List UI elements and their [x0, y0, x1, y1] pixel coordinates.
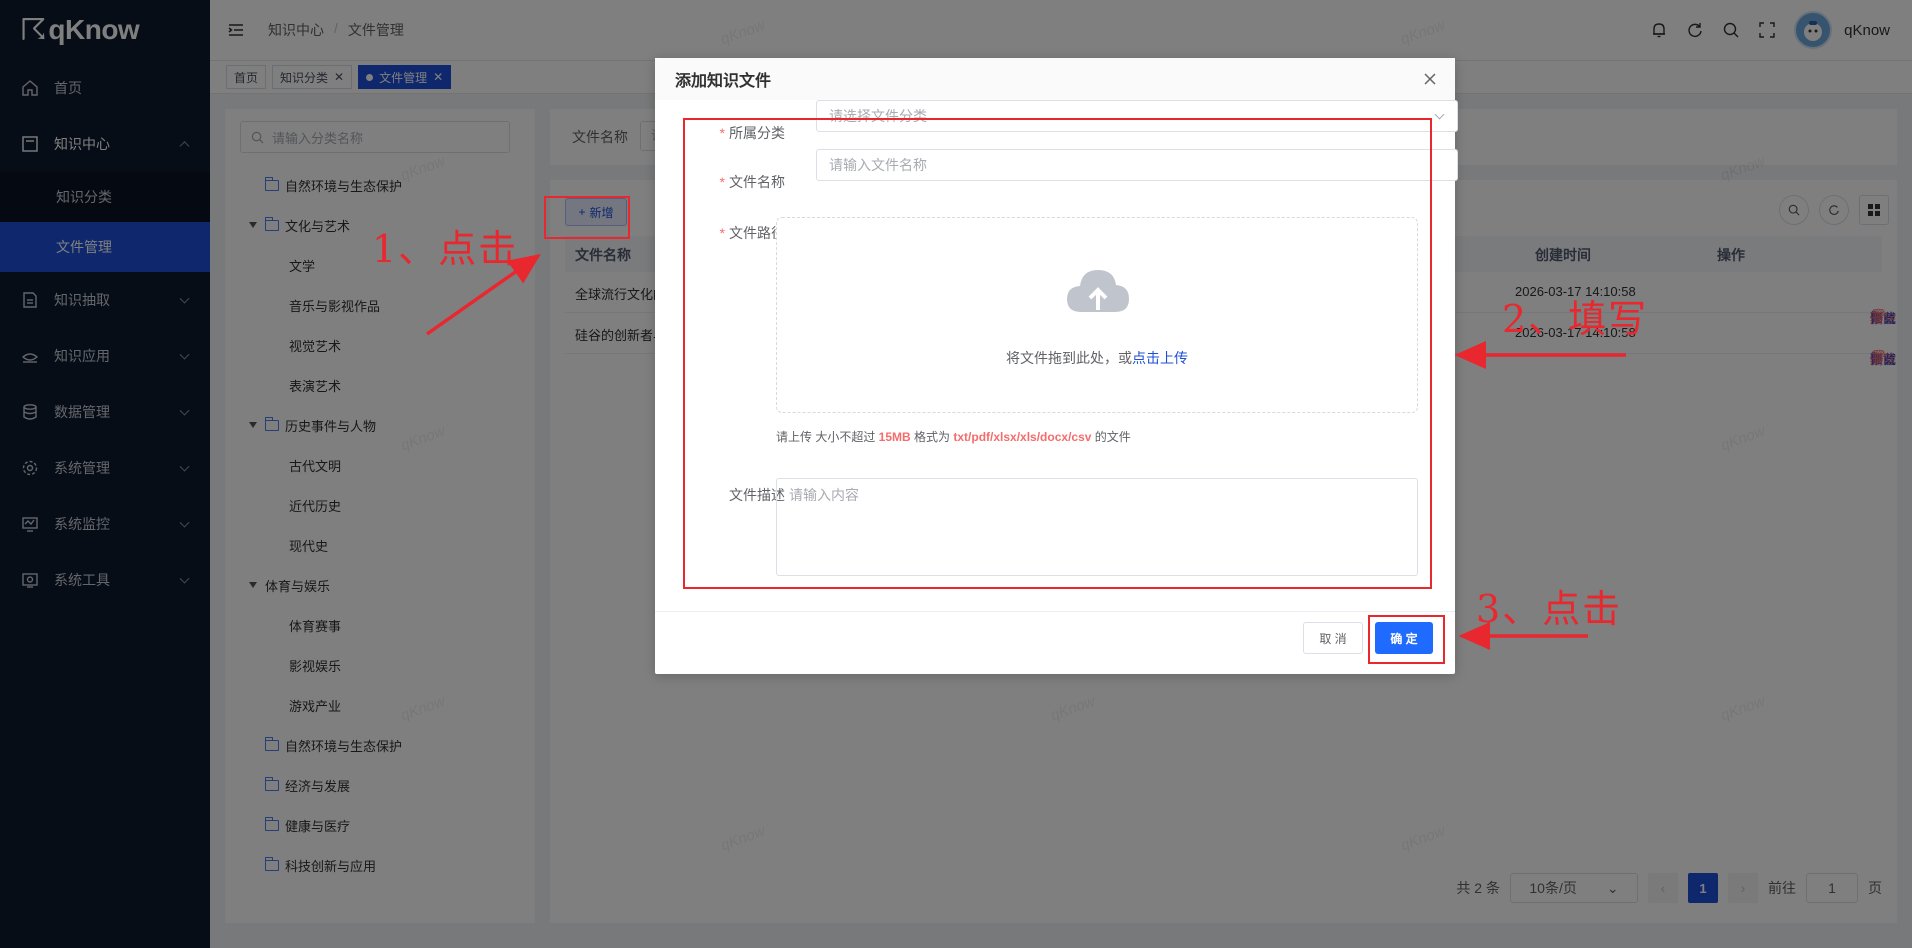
annotation-arrows: [425, 253, 1626, 650]
arrow-step1: [425, 253, 541, 336]
